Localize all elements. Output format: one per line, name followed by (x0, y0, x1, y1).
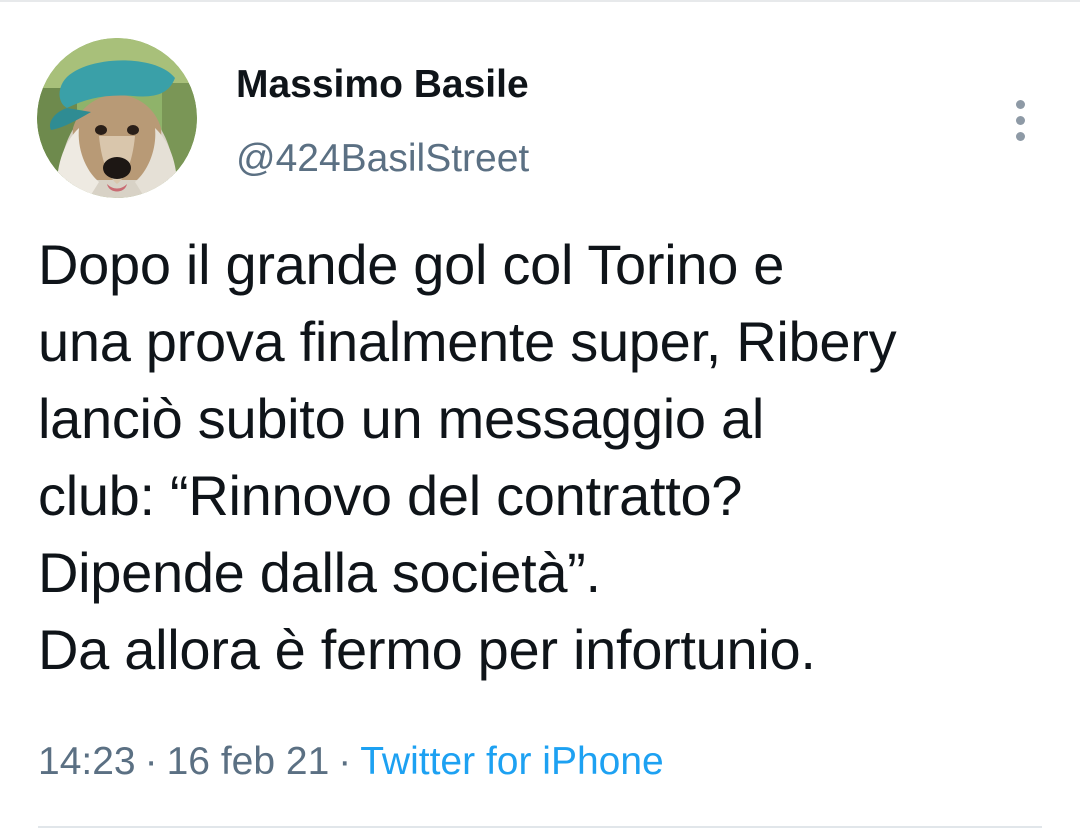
more-vertical-icon-dot (1015, 115, 1025, 125)
author-display-name[interactable]: Massimo Basile (236, 62, 529, 108)
tweet-line: lanciò subito un messaggio al (38, 387, 764, 450)
bottom-divider (38, 826, 1042, 828)
tweet-line: Da allora è fermo per infortunio. (38, 618, 816, 681)
tweet-line: una prova finalmente super, Ribery (38, 310, 897, 373)
meta-separator: · (338, 740, 352, 783)
top-divider (0, 0, 1080, 2)
meta-separator: · (144, 740, 158, 783)
tweet-card: Massimo Basile @424BasilStreet Dopo il g… (0, 0, 1080, 840)
avatar[interactable] (37, 38, 197, 198)
tweet-text: Dopo il grande gol col Torino e una prov… (38, 226, 1058, 688)
author-handle[interactable]: @424BasilStreet (236, 136, 529, 182)
tweet-time[interactable]: 14:23 (38, 740, 136, 783)
tweet-date[interactable]: 16 feb 21 (167, 740, 330, 783)
tweet-line: club: “Rinnovo del contratto? (38, 464, 743, 527)
more-vertical-icon (1015, 99, 1025, 109)
more-vertical-icon-dot (1015, 131, 1025, 141)
dog-avatar-icon (37, 38, 197, 198)
more-options-button[interactable] (998, 92, 1042, 148)
tweet-line: Dipende dalla società”. (38, 541, 601, 604)
tweet-source-link[interactable]: Twitter for iPhone (360, 740, 663, 783)
tweet-line: Dopo il grande gol col Torino e (38, 233, 785, 296)
tweet-metadata: 14:23 · 16 feb 21 · Twitter for iPhone (38, 738, 664, 786)
